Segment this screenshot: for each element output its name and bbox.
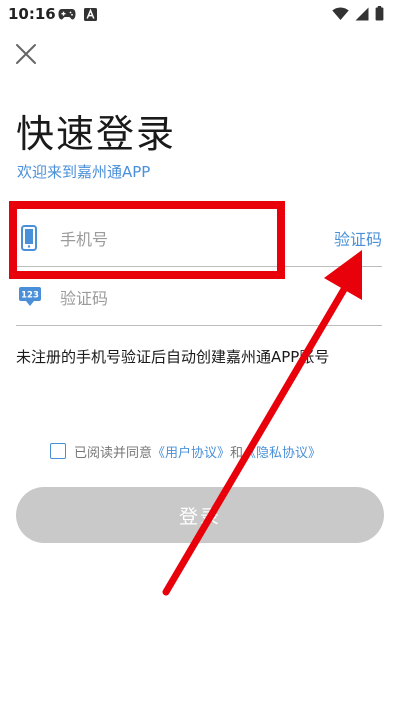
page-subtitle: 欢迎来到嘉州通APP xyxy=(17,163,151,181)
agreement-row: 已阅读并同意 《用户协议》 和 《隐私协议》 xyxy=(50,440,321,462)
status-notification-icons xyxy=(58,7,97,21)
code-field-row: 123 xyxy=(16,269,382,326)
gamepad-icon xyxy=(58,9,76,20)
signal-icon xyxy=(355,7,369,20)
agreement-checkbox[interactable] xyxy=(50,443,66,459)
phone-icon xyxy=(18,224,40,256)
register-notice: 未注册的手机号验证后自动创建嘉州通APP账号 xyxy=(16,348,330,366)
get-code-button[interactable]: 验证码 xyxy=(334,226,382,250)
agreement-conjunction: 和 xyxy=(230,445,244,461)
login-button[interactable]: 登录 xyxy=(16,487,384,543)
a-notification-icon xyxy=(84,7,97,21)
keypad-icon-text: 123 xyxy=(21,291,39,301)
phone-field-row: 验证码 xyxy=(16,210,382,267)
status-system-icons xyxy=(332,6,384,21)
user-agreement-link[interactable]: 《用户协议》 xyxy=(152,442,230,461)
keypad-123-icon: 123 xyxy=(18,285,42,311)
close-icon xyxy=(16,44,36,64)
status-bar: 10:16 xyxy=(0,0,400,28)
phone-input[interactable] xyxy=(58,224,322,254)
page-title: 快速登录 xyxy=(16,112,177,156)
code-input[interactable] xyxy=(58,283,322,313)
wifi-icon xyxy=(332,7,349,20)
close-button[interactable] xyxy=(14,42,38,66)
agreement-prefix: 已阅读并同意 xyxy=(74,445,153,461)
privacy-policy-link[interactable]: 《隐私协议》 xyxy=(243,442,321,461)
battery-icon xyxy=(375,6,384,21)
status-time: 10:16 xyxy=(8,5,56,23)
